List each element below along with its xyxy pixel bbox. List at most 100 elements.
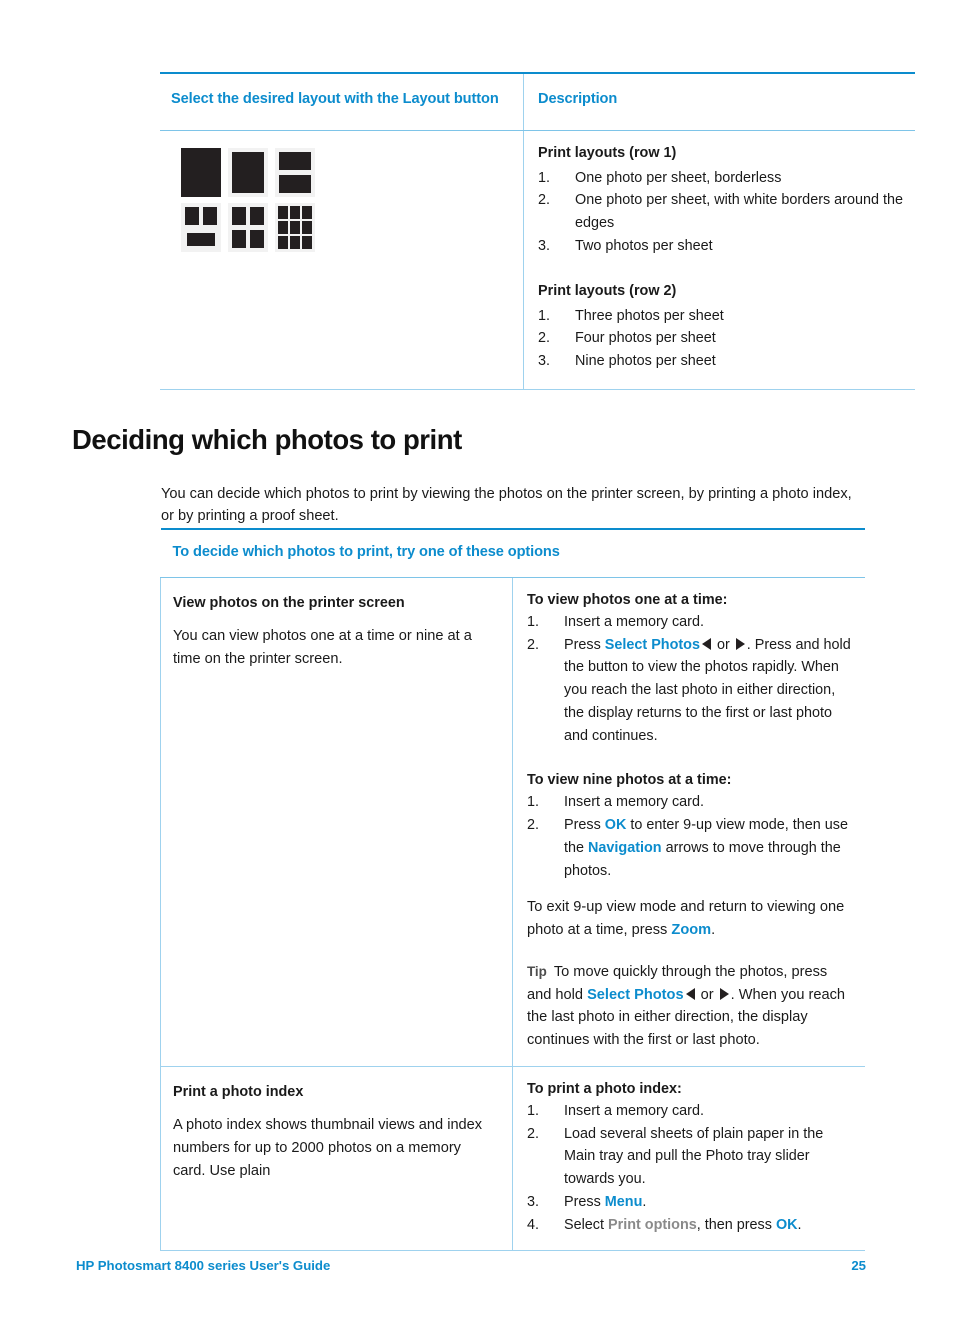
section-intro-paragraph: You can decide which photos to print by … [161,485,852,524]
layout-description-cell: Print layouts (row 1) 1. One photo per s… [523,130,915,390]
step-text-prefix: Press [564,1193,605,1210]
list-item: 2. Press OK to enter 9-up view mode, the… [527,814,854,882]
step-text-suffix: . [642,1193,647,1210]
list-item: 1. Insert a memory card. [527,1100,854,1123]
menu-button-name: Menu [604,1193,643,1210]
list-number: 2. [538,330,551,347]
options-table-header-text: To decide which photos to print, try one… [172,544,560,560]
footer-page-number: 25 [851,1258,866,1273]
list-item: 3. Press Menu. [527,1191,854,1214]
view-photos-heading: View photos on the printer screen [173,594,405,611]
list-number: 2. [527,636,540,653]
list-number: 1. [527,794,540,811]
layout-table-body-row: Print layouts (row 1) 1. One photo per s… [160,130,915,390]
step-text-mid: , then press [696,1216,776,1233]
list-item: 2. Load several sheets of plain paper in… [527,1123,854,1191]
list-text: Four photos per sheet [575,330,716,347]
layout-icon-four-up [228,202,268,252]
list-item: 2. Press Select Photos or . Press and ho… [527,634,854,748]
list-item: 2. One photo per sheet, with white borde… [538,189,903,235]
list-item: 4. Select Print options, then press OK. [527,1214,854,1237]
layout-icon-two-up [275,147,315,197]
list-text: One photo per sheet, borderless [575,169,782,186]
list-item: 1. Insert a memory card. [527,611,854,634]
step-text-mid: or [712,636,734,653]
arrow-left-icon [701,637,711,650]
list-text: Insert a memory card. [564,1102,704,1119]
arrow-right-icon [735,637,745,650]
view-nine-at-a-time-steps: 1. Insert a memory card. 2. Press OK to … [527,791,854,882]
document-page: Select the desired layout with the Layou… [0,0,954,1321]
print-layouts-row2-heading: Print layouts (row 2) [538,282,677,299]
list-item: 1. Insert a memory card. [527,791,854,814]
options-table-header-cell: To decide which photos to print, try one… [160,529,865,578]
photo-index-right-cell: To print a photo index: 1. Insert a memo… [512,1066,865,1252]
print-layouts-row1-heading: Print layouts (row 1) [538,144,677,161]
view-nine-at-a-time-heading: To view nine photos at a time: [527,772,732,789]
list-number: 1. [538,307,551,324]
layout-table-header-left-text: Select the desired layout with the Layou… [171,91,499,107]
print-layouts-row1-list: 1. One photo per sheet, borderless 2. On… [538,167,903,258]
print-layouts-row2-list: 1. Three photos per sheet 2. Four photos… [538,305,903,373]
list-number: 2. [527,817,540,834]
list-number: 3. [538,353,551,370]
list-text: Nine photos per sheet [575,353,716,370]
layout-icon-grid [181,147,511,258]
table-row: Print a photo index A photo index shows … [160,1066,865,1252]
list-number: 3. [538,237,551,254]
step-text-suffix: . [797,1216,802,1233]
list-item: 2. Four photos per sheet [538,327,903,350]
view-one-at-a-time-heading: To view photos one at a time: [527,591,728,608]
select-photos-button-name: Select Photos [604,636,700,653]
list-text: Press OK to enter 9-up view mode, then u… [564,814,854,882]
print-photo-index-steps: 1. Insert a memory card. 2. Load several… [527,1100,854,1237]
print-options-menu-name: Print options [608,1216,697,1233]
layout-table-header-left-cell: Select the desired layout with the Layou… [160,73,524,131]
layout-icon-one-borderless [181,147,221,197]
select-photos-button-name: Select Photos [587,986,684,1003]
layout-options-table: Select the desired layout with the Layou… [160,72,915,390]
exit-text-suffix: . [711,922,716,939]
zoom-button-name: Zoom [671,922,712,939]
list-text: Insert a memory card. [564,613,704,630]
list-text: One photo per sheet, with white borders … [575,192,903,232]
list-number: 1. [527,1102,540,1119]
ok-button-name: OK [775,1216,798,1233]
layout-icon-one-bordered [228,147,268,197]
ok-button-name: OK [604,817,627,834]
photo-selection-options-table: To decide which photos to print, try one… [160,528,865,1252]
navigation-button-name: Navigation [588,839,662,856]
footer-document-title: HP Photosmart 8400 series User's Guide [76,1258,331,1273]
page-title: Deciding which photos to print [72,424,462,455]
layout-icon-three-up [181,202,221,252]
photo-index-body: A photo index shows thumbnail views and … [173,1117,483,1179]
list-number: 2. [527,1125,540,1142]
arrow-right-icon [719,987,729,1000]
layout-icon-nine-up [275,202,315,252]
list-text: Insert a memory card. [564,794,704,811]
view-photos-left-cell: View photos on the printer screen You ca… [160,577,513,1067]
print-photo-index-heading: To print a photo index: [527,1080,682,1097]
tip-paragraph: Tip To move quickly through the photos, p… [527,961,854,1052]
list-text: Three photos per sheet [575,307,724,324]
list-text: Press Select Photos or . Press and hold … [564,634,854,748]
list-number: 2. [538,192,551,209]
page-footer: HP Photosmart 8400 series User's Guide 2… [76,1258,866,1273]
view-photos-body: You can view photos one at a time or nin… [173,628,472,667]
options-table-header-row: To decide which photos to print, try one… [160,529,865,578]
list-text: Select Print options, then press OK. [564,1214,854,1237]
list-number: 1. [538,169,551,186]
view-one-at-a-time-steps: 1. Insert a memory card. 2. Press Select… [527,611,854,748]
layout-table-header-row: Select the desired layout with the Layou… [160,73,915,131]
step-text-prefix: Press [564,817,605,834]
list-text: Press Menu. [564,1191,854,1214]
list-item: 1. Three photos per sheet [538,305,903,328]
step-text-prefix: Press [564,636,605,653]
view-photos-right-cell: To view photos one at a time: 1. Insert … [512,577,865,1067]
layout-table-header-right-cell: Description [523,73,915,131]
list-number: 3. [527,1193,540,1210]
list-number: 1. [527,613,540,630]
tip-label: Tip [527,963,547,979]
exit-nine-up-paragraph: To exit 9-up view mode and return to vie… [527,896,854,942]
photo-index-left-cell: Print a photo index A photo index shows … [160,1066,513,1252]
